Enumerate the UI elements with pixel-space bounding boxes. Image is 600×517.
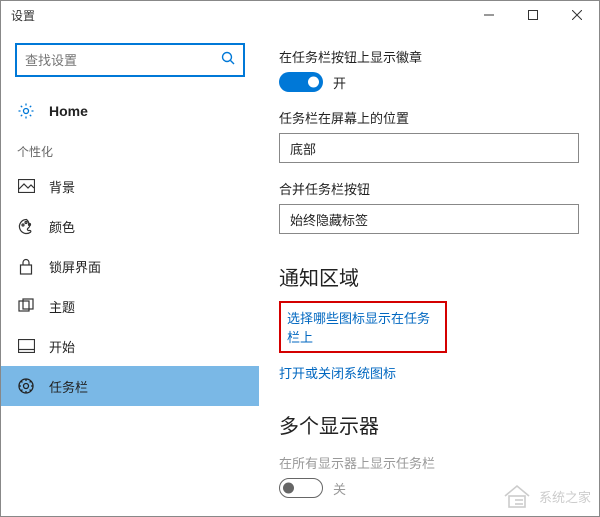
link-system-icons[interactable]: 打开或关闭系统图标 [279,363,579,382]
nav-item-label: 颜色 [49,217,75,236]
gear-icon [17,102,35,120]
search-icon [221,51,235,70]
show-on-label: 将任务栏按钮显示在 [279,514,579,516]
start-icon [17,337,35,355]
picture-icon [17,177,35,195]
taskbar-gear-icon [17,377,35,395]
position-label: 任务栏在屏幕上的位置 [279,108,579,127]
show-all-toggle: 关 [279,478,579,498]
sidebar: Home 个性化 背景 颜色 锁屏界面 主题 开始 [1,29,259,516]
search-input[interactable] [25,53,221,68]
maximize-button[interactable] [511,1,555,29]
show-all-label: 在所有显示器上显示任务栏 [279,453,579,472]
badge-toggle[interactable]: 开 [279,72,579,92]
nav-background[interactable]: 背景 [1,166,259,206]
window-title: 设置 [11,7,467,24]
combine-value: 始终隐藏标签 [290,210,368,229]
nav-colors[interactable]: 颜色 [1,206,259,246]
link-choose-icons[interactable]: 选择哪些图标显示在任务栏上 [279,301,447,353]
toggle-state-label: 关 [333,479,346,498]
combine-label: 合并任务栏按钮 [279,179,579,198]
nav-home[interactable]: Home [1,91,259,131]
search-input-container[interactable] [15,43,245,77]
nav-item-label: 背景 [49,177,75,196]
nav-lockscreen[interactable]: 锁屏界面 [1,246,259,286]
nav-home-label: Home [49,103,88,119]
nav-start[interactable]: 开始 [1,326,259,366]
nav-section-label: 个性化 [1,131,259,166]
nav-taskbar[interactable]: 任务栏 [1,366,259,406]
toggle-state-label: 开 [333,73,346,92]
combine-select[interactable]: 始终隐藏标签 [279,204,579,234]
toggle-on-icon [279,72,323,92]
titlebar: 设置 [1,1,599,29]
badge-label: 在任务栏按钮上显示徽章 [279,47,579,66]
settings-window: 设置 Home 个性化 背景 [0,0,600,517]
theme-icon [17,297,35,315]
nav-themes[interactable]: 主题 [1,286,259,326]
nav-item-label: 任务栏 [49,377,88,396]
nav-item-label: 主题 [49,297,75,316]
toggle-off-icon [279,478,323,498]
notify-heading: 通知区域 [279,262,579,291]
position-select[interactable]: 底部 [279,133,579,163]
nav-item-label: 开始 [49,337,75,356]
content-area: Home 个性化 背景 颜色 锁屏界面 主题 开始 [1,29,599,516]
close-button[interactable] [555,1,599,29]
position-value: 底部 [290,139,316,158]
multi-heading: 多个显示器 [279,410,579,439]
main-panel: 在任务栏按钮上显示徽章 开 任务栏在屏幕上的位置 底部 合并任务栏按钮 始终隐藏… [259,29,599,516]
palette-icon [17,217,35,235]
lock-icon [17,257,35,275]
minimize-button[interactable] [467,1,511,29]
nav-item-label: 锁屏界面 [49,257,101,276]
